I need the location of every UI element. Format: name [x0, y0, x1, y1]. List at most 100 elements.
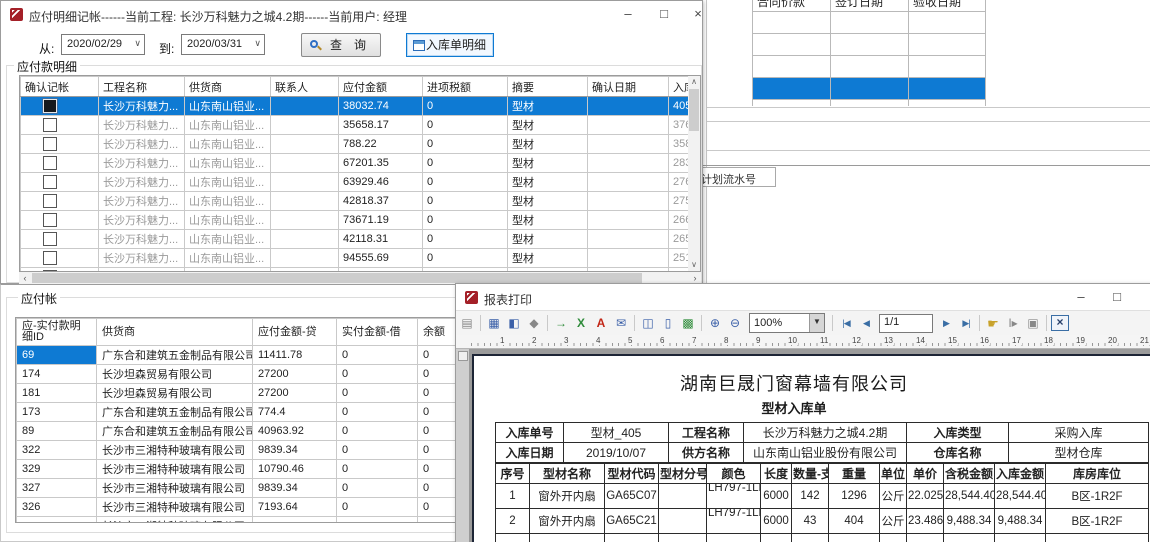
row-checkbox[interactable]	[43, 137, 57, 151]
minimize-button[interactable]: –	[615, 4, 641, 24]
thumbnails-icon[interactable]: ▤	[458, 315, 476, 332]
table-row[interactable]: 长沙万科魅力...山东南山铝业...788.220型材358	[21, 135, 691, 154]
to-date-combobox[interactable]: 2020/03/31 ∨	[181, 34, 265, 55]
table-row[interactable]	[753, 100, 986, 107]
maximize-button[interactable]: □	[1104, 287, 1130, 307]
row-checkbox[interactable]	[43, 156, 57, 170]
image-export-icon[interactable]: ✉	[612, 315, 630, 332]
column-header[interactable]: 数量-支	[792, 464, 829, 484]
column-header[interactable]: 应付金额	[339, 77, 423, 97]
table-row[interactable]: 69广东合和建筑五金制品有限公司11411.7800	[17, 346, 486, 365]
table-row[interactable]: 329长沙市三湘特种玻璃有限公司10790.4600	[17, 460, 486, 479]
table-row[interactable]: 322长沙市三湘特种玻璃有限公司9839.3400	[17, 441, 486, 460]
table-row[interactable]: 长沙万科魅力...山东南山铝业...42818.370型材275	[21, 192, 691, 211]
table-row[interactable]	[753, 78, 986, 100]
table-row[interactable]: 入库单号型材_405工程名称长沙万科魅力之城4.2期入库类型采购入库	[496, 423, 1149, 443]
table-row[interactable]: 327长沙市三湘特种玻璃有限公司9839.3400	[17, 479, 486, 498]
table-row[interactable]: 长沙市三湘特种玻璃有限公司	[17, 517, 486, 524]
minimize-button[interactable]: –	[1068, 287, 1094, 307]
table-row[interactable]: 长沙万科魅力...山东南山铝业...42118.310型材265	[21, 230, 691, 249]
scroll-up-icon[interactable]: ∧	[688, 76, 700, 88]
table-row[interactable]	[496, 534, 1149, 542]
row-checkbox[interactable]	[43, 194, 57, 208]
scrollbar-thumb[interactable]	[32, 273, 642, 283]
row-checkbox[interactable]	[43, 213, 57, 227]
row-checkbox[interactable]	[43, 232, 57, 246]
chevron-down-icon[interactable]: ▼	[809, 314, 824, 332]
table-row[interactable]	[753, 34, 986, 56]
table-row[interactable]: 入库日期2019/10/07供方名称山东南山铝业股份有限公司仓库名称型材仓库	[496, 443, 1149, 463]
close-preview-icon[interactable]: ×	[1051, 315, 1069, 331]
chevron-down-icon[interactable]: ∨	[134, 38, 141, 49]
pdf-export-icon[interactable]: A	[592, 315, 610, 332]
last-page-icon[interactable]: ▶|	[957, 315, 975, 332]
settings-icon[interactable]: ◆	[525, 315, 543, 332]
column-header[interactable]: 签订日期	[831, 0, 909, 12]
table-row[interactable]: 173广东合和建筑五金制品有限公司774.400	[17, 403, 486, 422]
table-row[interactable]: 长沙万科魅力...山东南山铝业...63929.460型材276	[21, 173, 691, 192]
row-checkbox[interactable]	[43, 175, 57, 189]
column-header[interactable]: 实付金额-借	[337, 319, 418, 346]
hand-tool-icon[interactable]: ☛	[984, 315, 1002, 332]
table-row[interactable]: 长沙万科魅力...山东南山铝业...73671.190型材266	[21, 211, 691, 230]
report-preview-area[interactable]: 湖南巨晟门窗幕墙有限公司 型材入库单 入库单号型材_405工程名称长沙万科魅力之…	[456, 349, 1150, 542]
table-row[interactable]: 174长沙坦森贸易有限公司2720000	[17, 365, 486, 384]
save-icon[interactable]: ◫	[639, 315, 657, 332]
zoom-out-icon[interactable]: ⊖	[726, 315, 744, 332]
column-header[interactable]: 供货商	[97, 319, 253, 346]
page-number-input[interactable]: 1/1	[879, 314, 933, 333]
column-header[interactable]: 供货商	[185, 77, 271, 97]
column-header[interactable]: 联系人	[271, 77, 339, 97]
table-row[interactable]: 1窗外开内扇GA65C07LH797-1LL60001421296公斤22.02…	[496, 484, 1149, 509]
column-header[interactable]: 入库金额	[995, 464, 1046, 484]
column-header[interactable]: 摘要	[508, 77, 588, 97]
column-header[interactable]: 验收日期	[909, 0, 986, 12]
table-row[interactable]: 89广东合和建筑五金制品有限公司40963.9200	[17, 422, 486, 441]
scroll-down-icon[interactable]: ∨	[688, 259, 700, 271]
table-row[interactable]: 326长沙市三湘特种玻璃有限公司7193.6400	[17, 498, 486, 517]
query-button[interactable]: 查 询	[301, 33, 381, 57]
export-icon[interactable]: →	[552, 315, 570, 332]
open-book-icon[interactable]: ◧	[505, 315, 523, 332]
table-row[interactable]: 长沙万科魅力...山东南山铝业...38032.740型材405	[21, 97, 691, 116]
table-row[interactable]: 2窗外开内扇GA65C21LH797-1LL600043404公斤23.4860…	[496, 509, 1149, 534]
column-header[interactable]: 确认日期	[588, 77, 669, 97]
maximize-button[interactable]: □	[651, 4, 677, 24]
column-header[interactable]: 型材名称	[530, 464, 605, 484]
close-button[interactable]: ×	[685, 4, 711, 24]
column-header[interactable]: 长度	[761, 464, 792, 484]
row-checkbox[interactable]	[43, 99, 57, 113]
column-header[interactable]: 应-实付款明细ID	[17, 319, 97, 346]
next-page-icon[interactable]: ▶	[937, 315, 955, 332]
first-page-icon[interactable]: |◀	[837, 315, 855, 332]
table-row[interactable]	[753, 56, 986, 78]
table-row[interactable]	[753, 12, 986, 34]
zoom-in-icon[interactable]: ⊕	[706, 315, 724, 332]
copy-page-icon[interactable]: ▣	[1024, 315, 1042, 332]
titlebar[interactable]: 应付明细记帐------当前工程: 长沙万科魅力之城4.2期------当前用户…	[1, 1, 702, 28]
column-header[interactable]: 单位	[880, 464, 907, 484]
column-header[interactable]: 进项税额	[423, 77, 508, 97]
text-select-icon[interactable]: I▸	[1004, 315, 1022, 332]
html-export-icon[interactable]: ▩	[679, 315, 697, 332]
column-header[interactable]: 型材分号	[659, 464, 707, 484]
column-header[interactable]: 工程名称	[99, 77, 185, 97]
column-header[interactable]: 含税金额	[944, 464, 995, 484]
titlebar[interactable]: 报表打印 – □ ×	[456, 284, 1150, 311]
zoom-level-combobox[interactable]: 100% ▼	[749, 313, 825, 333]
scrollbar-thumb[interactable]	[689, 89, 699, 131]
column-header[interactable]: 单价	[907, 464, 944, 484]
from-date-combobox[interactable]: 2020/02/29 ∨	[61, 34, 145, 55]
table-row[interactable]: 181长沙坦森贸易有限公司2720000	[17, 384, 486, 403]
scroll-left-icon[interactable]: ‹	[19, 272, 31, 284]
row-checkbox[interactable]	[43, 251, 57, 265]
column-header[interactable]: 重量	[829, 464, 880, 484]
column-header[interactable]: 颜色	[707, 464, 761, 484]
vertical-scrollbar[interactable]: ∧ ∨	[688, 76, 700, 271]
column-header[interactable]: 确认记帐	[21, 77, 99, 97]
chevron-down-icon[interactable]: ∨	[254, 38, 261, 49]
table-row[interactable]: 长沙万科魅力...山东南山铝业...67201.350型材283	[21, 154, 691, 173]
column-header[interactable]: 型材代码	[605, 464, 659, 484]
page-setup-icon[interactable]: ▯	[659, 315, 677, 332]
table-row[interactable]: 长沙万科魅力...山东南山铝业...94555.690型材251	[21, 249, 691, 268]
